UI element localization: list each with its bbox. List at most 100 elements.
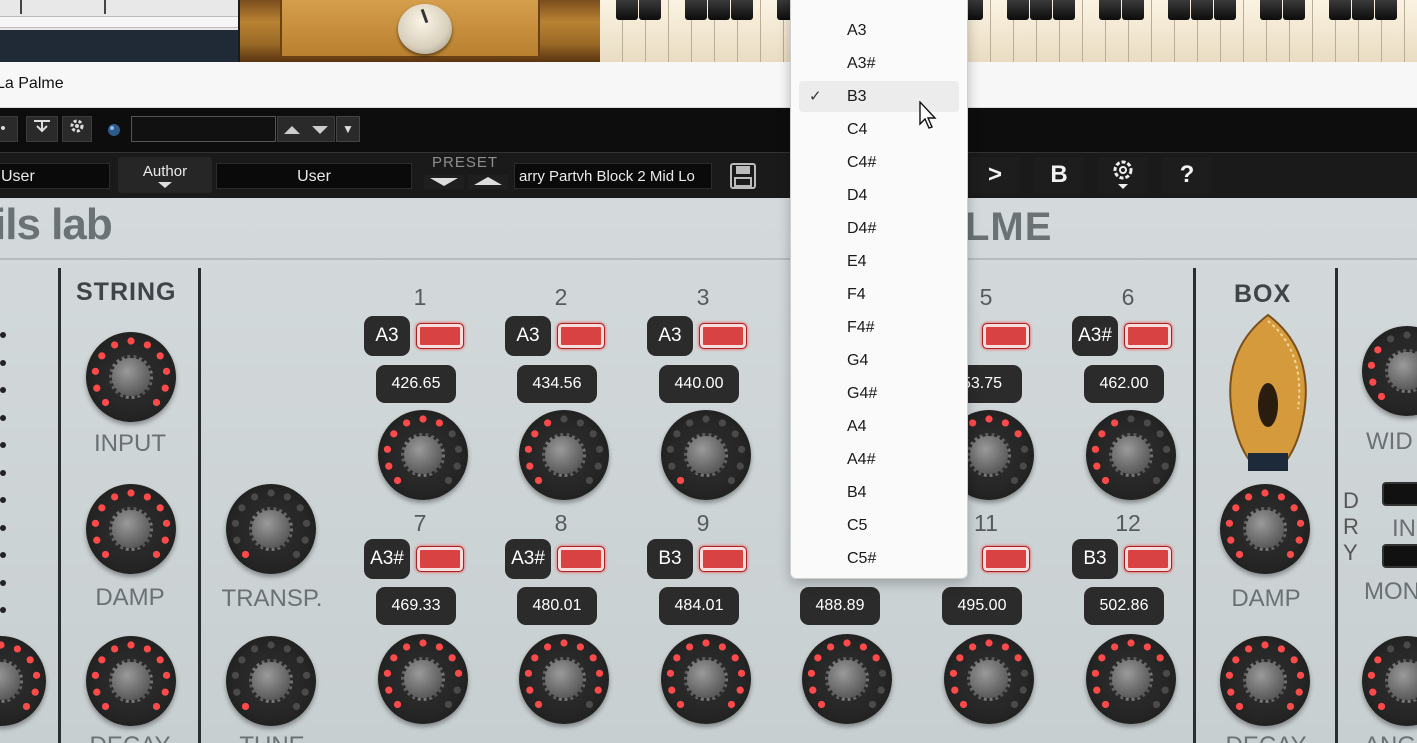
black-key[interactable] (1030, 0, 1052, 20)
note-menu-item[interactable]: A3# (799, 48, 959, 79)
compare-button[interactable]: > (970, 157, 1020, 193)
note-menu-item[interactable]: C4# (799, 147, 959, 178)
note-select-button[interactable]: B3 (1072, 539, 1118, 579)
note-select-button[interactable]: A3# (505, 539, 551, 579)
plugin-settings-button[interactable] (1098, 157, 1148, 193)
string-tune-knob[interactable] (1086, 410, 1176, 500)
string-tune-knob[interactable] (944, 634, 1034, 724)
black-key[interactable] (1053, 0, 1075, 20)
preset-next-button[interactable] (424, 175, 464, 189)
note-menu-item-label: G4 (847, 352, 869, 369)
note-menu-item[interactable]: G4# (799, 378, 959, 409)
preset-dropdown-button[interactable]: ▼ (336, 116, 360, 142)
black-key[interactable] (1329, 0, 1351, 20)
note-select-button[interactable]: A3 (505, 316, 551, 356)
note-menu-item[interactable]: D4# (799, 213, 959, 244)
black-key[interactable] (1099, 0, 1121, 20)
string-tune-knob[interactable] (802, 634, 892, 724)
white-key[interactable] (1405, 0, 1417, 62)
tune-knob[interactable] (226, 636, 316, 726)
ab-toggle-button[interactable]: B (1034, 157, 1084, 193)
knob-cap (109, 507, 153, 551)
note-menu-item[interactable]: B4 (799, 477, 959, 508)
black-key[interactable] (639, 0, 661, 20)
string-number: 1 (413, 284, 427, 310)
preset-search-input[interactable] (131, 116, 276, 142)
user-filter-field[interactable]: User (0, 163, 110, 189)
note-menu-item[interactable]: F4 (799, 279, 959, 310)
box-decay-knob[interactable] (1220, 636, 1310, 726)
note-select-button[interactable]: A3# (1072, 316, 1118, 356)
note-menu-item[interactable]: C5# (799, 543, 959, 574)
string-active-led[interactable] (416, 323, 464, 349)
string-tune-knob[interactable] (1086, 634, 1176, 724)
string-active-led[interactable] (982, 323, 1030, 349)
preset-step-buttons[interactable] (277, 116, 335, 142)
piano-keyboard[interactable] (600, 0, 1417, 62)
host-knob[interactable] (398, 4, 452, 54)
routing-button[interactable] (26, 116, 58, 142)
string-decay-knob[interactable] (86, 636, 176, 726)
user-field[interactable]: User (216, 163, 412, 189)
black-key[interactable] (685, 0, 707, 20)
black-key[interactable] (1122, 0, 1144, 20)
box-damp-knob[interactable] (1220, 484, 1310, 574)
black-key[interactable] (1260, 0, 1282, 20)
note-menu-item[interactable]: A4 (799, 411, 959, 442)
preset-name-field[interactable]: arry Partvh Block 2 Mid Lo (514, 163, 712, 189)
black-key[interactable] (1191, 0, 1213, 20)
string-tune-knob[interactable] (661, 410, 751, 500)
string-active-led[interactable] (557, 546, 605, 572)
black-key[interactable] (616, 0, 638, 20)
left-knob[interactable] (0, 636, 46, 726)
string-active-led[interactable] (699, 546, 747, 572)
string-tune-knob[interactable] (661, 634, 751, 724)
string-active-led[interactable] (416, 546, 464, 572)
string-tune-knob[interactable] (519, 410, 609, 500)
string-damp-knob[interactable] (86, 484, 176, 574)
string-tune-knob[interactable] (519, 634, 609, 724)
mono-switch[interactable] (1382, 544, 1417, 568)
dry-switch[interactable] (1382, 482, 1417, 506)
preset-prev-button[interactable] (468, 175, 508, 189)
note-select-button[interactable]: A3 (364, 316, 410, 356)
string-active-led[interactable] (1124, 323, 1172, 349)
string-number: 2 (554, 284, 568, 310)
note-select-menu[interactable]: G3# A3 A3# B3 ✓ C4 C4# D4 D4# E4 F4 F4# G4 G4# A4 A4# B… (790, 0, 968, 579)
note-select-button[interactable]: A3# (364, 539, 410, 579)
string-active-led[interactable] (557, 323, 605, 349)
black-key[interactable] (731, 0, 753, 20)
string-active-led[interactable] (699, 323, 747, 349)
black-key[interactable] (1352, 0, 1374, 20)
author-dropdown[interactable]: Author (118, 157, 212, 193)
note-select-button[interactable]: A3 (647, 316, 693, 356)
string-number: 8 (554, 510, 568, 536)
string-active-led[interactable] (982, 546, 1030, 572)
menu-item-partial[interactable]: G3# (799, 0, 959, 11)
black-key[interactable] (708, 0, 730, 20)
width-knob[interactable] (1362, 326, 1417, 416)
string-tune-knob[interactable] (378, 410, 468, 500)
note-menu-item[interactable]: G4 (799, 345, 959, 376)
note-menu-item[interactable]: A3 (799, 15, 959, 46)
black-key[interactable] (1283, 0, 1305, 20)
note-menu-item[interactable]: D4 (799, 180, 959, 211)
save-preset-button[interactable] (728, 162, 758, 190)
note-select-button[interactable]: B3 (647, 539, 693, 579)
power-button[interactable]: • (0, 116, 18, 142)
string-tune-knob[interactable] (378, 634, 468, 724)
black-key[interactable] (1214, 0, 1236, 20)
transpose-knob[interactable] (226, 484, 316, 574)
note-menu-item[interactable]: A4# (799, 444, 959, 475)
black-key[interactable] (1375, 0, 1397, 20)
note-menu-item[interactable]: E4 (799, 246, 959, 277)
settings-button[interactable] (62, 116, 92, 142)
angle-knob[interactable] (1362, 636, 1417, 726)
note-menu-item[interactable]: F4# (799, 312, 959, 343)
string-active-led[interactable] (1124, 546, 1172, 572)
input-knob[interactable] (86, 332, 176, 422)
black-key[interactable] (1168, 0, 1190, 20)
black-key[interactable] (1007, 0, 1029, 20)
help-button[interactable]: ? (1162, 157, 1212, 193)
note-menu-item[interactable]: C5 (799, 510, 959, 541)
